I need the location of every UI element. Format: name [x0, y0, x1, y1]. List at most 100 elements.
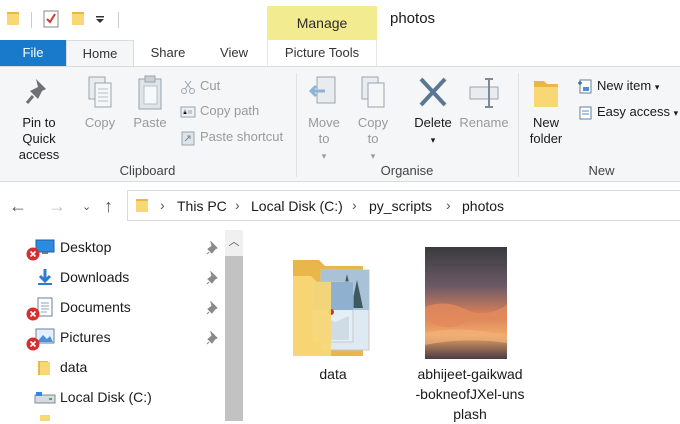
copy-label: Copy — [84, 115, 116, 130]
new-item-button[interactable]: New item ▾ — [577, 76, 659, 96]
nav-item-pictures[interactable]: Pictures — [0, 323, 225, 353]
error-badge-icon — [26, 337, 40, 351]
new-folder-icon — [534, 81, 558, 107]
breadcrumb-separator-icon[interactable]: › — [235, 197, 240, 213]
image-thumbnail — [425, 247, 507, 359]
copy-path-button[interactable]: Copy path — [180, 101, 259, 121]
new-group-label: New — [588, 163, 615, 178]
folder-icon — [136, 199, 148, 212]
paste-button[interactable]: Paste — [129, 75, 171, 131]
recent-locations-chevron-icon[interactable]: ⌄ — [82, 200, 91, 213]
error-badge-icon — [26, 247, 40, 261]
cut-label: Cut — [200, 78, 221, 93]
pin-icon[interactable] — [206, 331, 220, 345]
file-item-label: data — [319, 366, 347, 382]
nav-item-label: Downloads — [60, 269, 130, 285]
up-arrow-icon[interactable]: ↑ — [104, 196, 113, 217]
new-item-label: New item — [597, 78, 652, 93]
delete-button[interactable]: Delete ▾ — [408, 75, 458, 148]
drive-icon — [34, 392, 56, 404]
scroll-up-arrow-icon[interactable]: ︿ — [225, 232, 243, 252]
scissors-icon — [181, 80, 195, 94]
group-separator — [296, 73, 297, 177]
nav-item-data[interactable]: data — [0, 353, 225, 383]
paste-shortcut-icon — [181, 131, 195, 146]
cut-button[interactable]: Cut — [180, 76, 220, 96]
paste-label: Paste — [133, 115, 167, 130]
nav-item-local-disk[interactable]: Local Disk (C:) — [0, 383, 225, 413]
downloads-icon — [38, 269, 52, 285]
file-item-label: abhijeet-gaikwad -bokneofJXel-uns plash — [415, 366, 525, 422]
folder-with-preview-icon — [293, 260, 370, 356]
customize-qat-chevron-icon[interactable] — [95, 15, 105, 25]
copy-path-label: Copy path — [200, 103, 260, 118]
qat-separator — [118, 12, 119, 28]
new-folder-label: New folder — [529, 115, 563, 146]
pin-to-quick-access-label: Pin to Quick access — [18, 115, 60, 162]
copy-button[interactable]: Copy — [80, 75, 120, 131]
back-arrow-icon[interactable]: ← — [9, 196, 27, 217]
nav-item-documents[interactable]: Documents — [0, 293, 225, 323]
error-badge-icon — [26, 307, 40, 321]
paste-shortcut-label: Paste shortcut — [200, 129, 284, 144]
pin-to-quick-access-button[interactable]: Pin to Quick access — [2, 75, 76, 163]
breadcrumb-photos[interactable]: photos — [462, 198, 504, 214]
pin-icon[interactable] — [206, 301, 220, 315]
breadcrumb-separator-icon[interactable]: › — [446, 197, 451, 213]
folder-icon[interactable] — [6, 10, 20, 26]
tab-file[interactable]: File — [0, 40, 66, 66]
tab-share[interactable]: Share — [134, 40, 202, 66]
nav-item-label: Documents — [60, 299, 131, 315]
breadcrumb-separator-icon[interactable]: › — [160, 197, 165, 213]
new-item-icon — [578, 79, 592, 94]
new-folder-button[interactable]: New folder — [522, 75, 570, 147]
easy-access-label: Easy access — [597, 104, 670, 119]
rename-button[interactable]: Rename — [458, 75, 510, 131]
ribbon: Pin to Quick access Copy Paste Cut Copy … — [0, 66, 680, 182]
tab-view[interactable]: View — [202, 40, 266, 66]
copy-path-icon — [180, 106, 196, 118]
new-folder-qat-icon[interactable] — [71, 10, 85, 26]
breadcrumb-this-pc[interactable]: This PC — [177, 198, 227, 214]
file-item-image[interactable]: abhijeet-gaikwad -bokneofJXel-uns plash — [405, 240, 535, 422]
paste-shortcut-button[interactable]: Paste shortcut — [180, 127, 283, 147]
breadcrumb-separator-icon[interactable]: › — [352, 197, 357, 213]
new-item-chevron-icon: ▾ — [654, 82, 660, 92]
scrollbar-thumb[interactable] — [225, 256, 243, 421]
pin-icon — [25, 79, 46, 104]
move-to-label: Move to ▾ — [308, 115, 340, 161]
tab-home[interactable]: Home — [66, 40, 134, 66]
qat-separator — [31, 12, 32, 28]
folder-icon — [38, 361, 50, 375]
paste-icon — [138, 75, 162, 110]
nav-item-desktop[interactable]: Desktop — [0, 233, 225, 263]
window-title: photos — [390, 10, 436, 27]
nav-item-label: Pictures — [60, 329, 111, 345]
copy-to-icon — [361, 76, 385, 108]
properties-check-icon[interactable] — [43, 10, 59, 28]
file-item-data-folder[interactable]: data — [283, 240, 383, 415]
nav-item-label: Local Disk (C:) — [60, 389, 152, 405]
rename-label: Rename — [459, 115, 509, 130]
easy-access-icon — [579, 106, 592, 120]
rename-icon — [469, 78, 499, 108]
copy-to-label: Copy to ▾ — [357, 115, 389, 161]
organise-group-label: Organise — [380, 163, 434, 178]
manage-tab[interactable]: Manage — [267, 6, 377, 40]
copy-icon — [88, 76, 112, 108]
easy-access-button[interactable]: Easy access ▾ — [577, 102, 678, 122]
forward-arrow-icon[interactable]: → — [48, 196, 66, 217]
tab-picture-tools[interactable]: Picture Tools — [267, 40, 377, 66]
easy-access-chevron-icon: ▾ — [673, 108, 679, 118]
copy-to-button[interactable]: Copy to ▾ — [352, 75, 394, 164]
breadcrumb-py-scripts[interactable]: py_scripts — [369, 198, 432, 214]
breadcrumb-local-disk[interactable]: Local Disk (C:) — [251, 198, 343, 214]
nav-item-label: Desktop — [60, 239, 112, 255]
nav-item-downloads[interactable]: Downloads — [0, 263, 225, 293]
delete-x-icon — [419, 77, 447, 107]
move-to-button[interactable]: Move to ▾ — [303, 75, 345, 164]
pin-icon[interactable] — [206, 271, 220, 285]
pin-icon[interactable] — [206, 241, 220, 255]
group-separator — [518, 73, 519, 177]
folder-icon — [40, 415, 50, 421]
